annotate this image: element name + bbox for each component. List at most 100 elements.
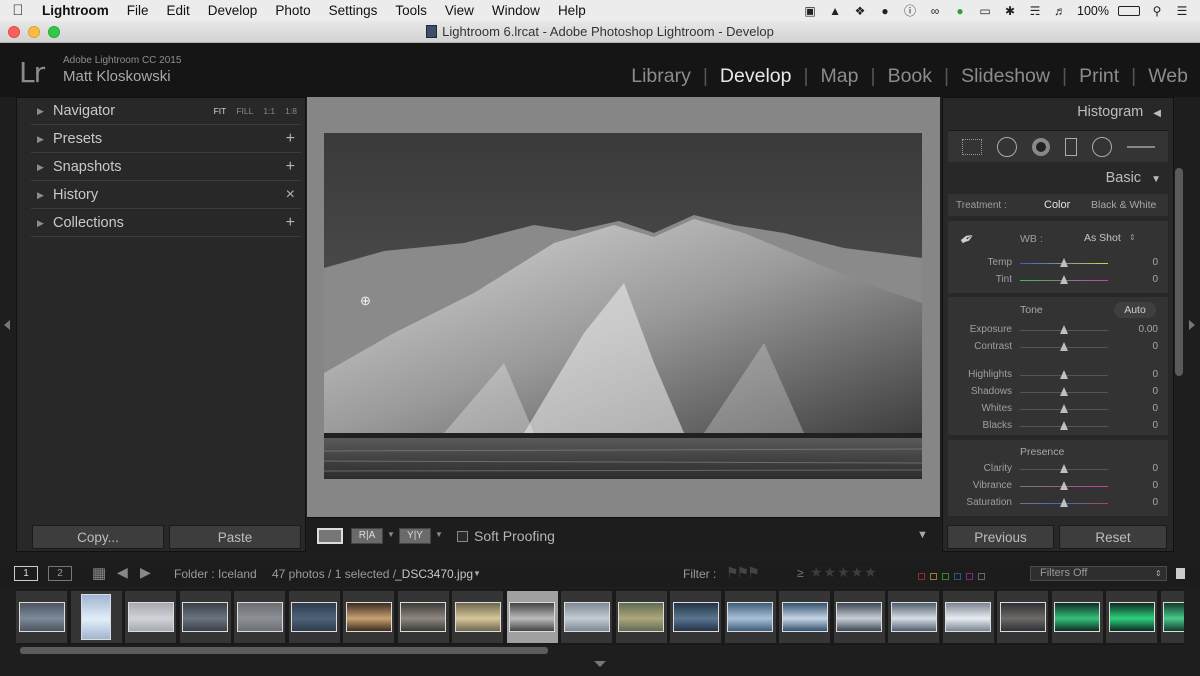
menu-window[interactable]: Window — [483, 3, 549, 18]
adjustment-brush-icon[interactable] — [1126, 145, 1155, 148]
before-after-lr-button[interactable]: R|A — [351, 528, 383, 544]
presets-header[interactable]: ▶ Presets + — [31, 126, 301, 153]
selected-filename[interactable]: _DSC3470.jpg — [395, 567, 473, 581]
shadows-slider-knob[interactable] — [1060, 387, 1068, 396]
before-after-copy-button[interactable]: Y|Y — [399, 528, 431, 544]
filmstrip-thumbnail[interactable] — [1051, 591, 1104, 643]
highlights-slider-knob[interactable] — [1060, 370, 1068, 379]
spotlight-icon[interactable]: ⚲ — [1149, 4, 1165, 18]
histogram-header[interactable]: Histogram ◀ — [1077, 104, 1161, 120]
filmstrip-thumbnail[interactable] — [561, 591, 613, 643]
add-collection-icon[interactable]: + — [286, 214, 295, 232]
radial-filter-icon[interactable] — [1091, 136, 1112, 157]
filmstrip-thumbnail[interactable] — [615, 591, 668, 643]
history-header[interactable]: ▶ History × — [31, 182, 301, 209]
paste-settings-button[interactable]: Paste — [169, 525, 301, 549]
treatment-bw-option[interactable]: Black & White — [1091, 199, 1156, 211]
filters-off-dropdown[interactable]: Filters Off — [1030, 566, 1167, 581]
main-photo[interactable]: ⊕ — [324, 133, 922, 479]
sync-icon[interactable]: ● — [952, 4, 968, 18]
toolbar-options-dropdown-icon[interactable]: ▼ — [917, 529, 928, 541]
menu-develop[interactable]: Develop — [199, 3, 267, 18]
secondary-window-button[interactable]: 2 — [48, 566, 72, 581]
color-label-filter[interactable] — [918, 569, 1008, 580]
zoom-1-8-option[interactable]: 1:8 — [285, 106, 297, 116]
folder-source-label[interactable]: Folder : Iceland — [174, 567, 257, 581]
filmstrip-thumbnail[interactable] — [724, 591, 777, 643]
collapse-right-panel-icon[interactable] — [1189, 320, 1195, 330]
filmstrip-thumbnail[interactable] — [942, 591, 995, 643]
menu-tools[interactable]: Tools — [386, 3, 436, 18]
filmstrip-thumbnail[interactable] — [179, 591, 232, 643]
minimize-window-button[interactable] — [28, 26, 40, 38]
blacks-value[interactable]: 0 — [1152, 420, 1158, 431]
tint-slider-knob[interactable] — [1060, 275, 1068, 284]
filmstrip-thumbnail[interactable] — [397, 591, 450, 643]
filters-dropdown-arrows-icon[interactable]: ⇕ — [1155, 569, 1162, 578]
clarity-value[interactable]: 0 — [1152, 463, 1158, 474]
blacks-slider-knob[interactable] — [1060, 421, 1068, 430]
collapse-histogram-icon[interactable]: ◀ — [1153, 108, 1161, 119]
add-snapshot-icon[interactable]: + — [286, 158, 295, 176]
creative-cloud-icon[interactable]: ∞ — [927, 4, 943, 18]
filmstrip-thumbnail[interactable] — [343, 591, 395, 643]
volume-icon[interactable]: ♬ — [1052, 4, 1068, 18]
filmstrip-thumbnail[interactable] — [452, 591, 504, 643]
filter-lock-icon[interactable] — [1176, 568, 1185, 579]
vibrance-slider-knob[interactable] — [1060, 481, 1068, 490]
reset-button[interactable]: Reset — [1059, 525, 1167, 549]
module-develop[interactable]: Develop — [708, 65, 804, 88]
menu-edit[interactable]: Edit — [158, 3, 199, 18]
copy-dropdown-icon[interactable]: ▼ — [435, 530, 443, 539]
temp-value[interactable]: 0 — [1152, 257, 1158, 268]
info-icon[interactable]: ⓘ — [902, 4, 918, 18]
loupe-view-button[interactable] — [317, 528, 343, 544]
menu-help[interactable]: Help — [549, 3, 595, 18]
grid-view-icon[interactable]: ▦ — [92, 564, 106, 582]
close-window-button[interactable] — [8, 26, 20, 38]
saturation-slider-knob[interactable] — [1060, 498, 1068, 507]
menu-file[interactable]: File — [118, 3, 158, 18]
saturation-value[interactable]: 0 — [1152, 497, 1158, 508]
whites-value[interactable]: 0 — [1152, 403, 1158, 414]
zoom-fill-option[interactable]: FILL — [236, 106, 253, 116]
navigator-header[interactable]: ▶ Navigator FIT FILL 1:1 1:8 — [31, 98, 301, 125]
camera-icon[interactable]: ▣ — [802, 4, 818, 18]
menu-settings[interactable]: Settings — [320, 3, 387, 18]
module-library[interactable]: Library — [619, 65, 703, 88]
filmstrip-thumbnail[interactable] — [506, 591, 559, 643]
flag-filter-icons[interactable]: ⚑⚑⚑ — [726, 564, 760, 581]
crop-tool-icon[interactable] — [961, 138, 982, 155]
exposure-slider-knob[interactable] — [1060, 325, 1068, 334]
menu-app-name[interactable]: Lightroom — [36, 3, 118, 18]
contrast-slider-knob[interactable] — [1060, 342, 1068, 351]
shadows-value[interactable]: 0 — [1152, 386, 1158, 397]
bluetooth-icon[interactable]: ✱ — [1002, 4, 1018, 18]
before-after-dropdown-icon[interactable]: ▼ — [387, 530, 395, 539]
auto-tone-button[interactable]: Auto — [1114, 302, 1156, 318]
apple-icon[interactable]:  — [0, 2, 36, 19]
battery-icon[interactable] — [1118, 5, 1140, 16]
treatment-color-option[interactable]: Color — [1044, 199, 1070, 211]
red-eye-tool-icon[interactable] — [1031, 137, 1050, 156]
collapse-left-panel-icon[interactable] — [4, 320, 10, 330]
zoom-1-1-option[interactable]: 1:1 — [263, 106, 275, 116]
filmstrip-thumbnail[interactable] — [16, 591, 68, 643]
add-preset-icon[interactable]: + — [286, 130, 295, 148]
filmstrip-scrollbar[interactable] — [20, 647, 548, 654]
filmstrip-thumbnail[interactable] — [997, 591, 1049, 643]
module-web[interactable]: Web — [1136, 65, 1200, 88]
module-book[interactable]: Book — [876, 65, 944, 88]
notification-center-icon[interactable]: ☰ — [1174, 4, 1190, 18]
filmstrip-thumbnail[interactable] — [70, 591, 123, 643]
evernote-icon[interactable]: ● — [877, 4, 893, 18]
back-arrow-icon[interactable]: ◀ — [117, 564, 128, 581]
filmstrip-thumbnail[interactable] — [833, 591, 886, 643]
module-map[interactable]: Map — [809, 65, 871, 88]
filmstrip-thumbnail[interactable] — [670, 591, 722, 643]
basic-header[interactable]: Basic ▼ — [1106, 170, 1161, 186]
spot-removal-tool-icon[interactable] — [996, 136, 1017, 157]
collections-header[interactable]: ▶ Collections + — [31, 210, 301, 237]
dropbox-icon[interactable]: ❖ — [852, 4, 868, 18]
zoom-fit-option[interactable]: FIT — [214, 106, 227, 116]
